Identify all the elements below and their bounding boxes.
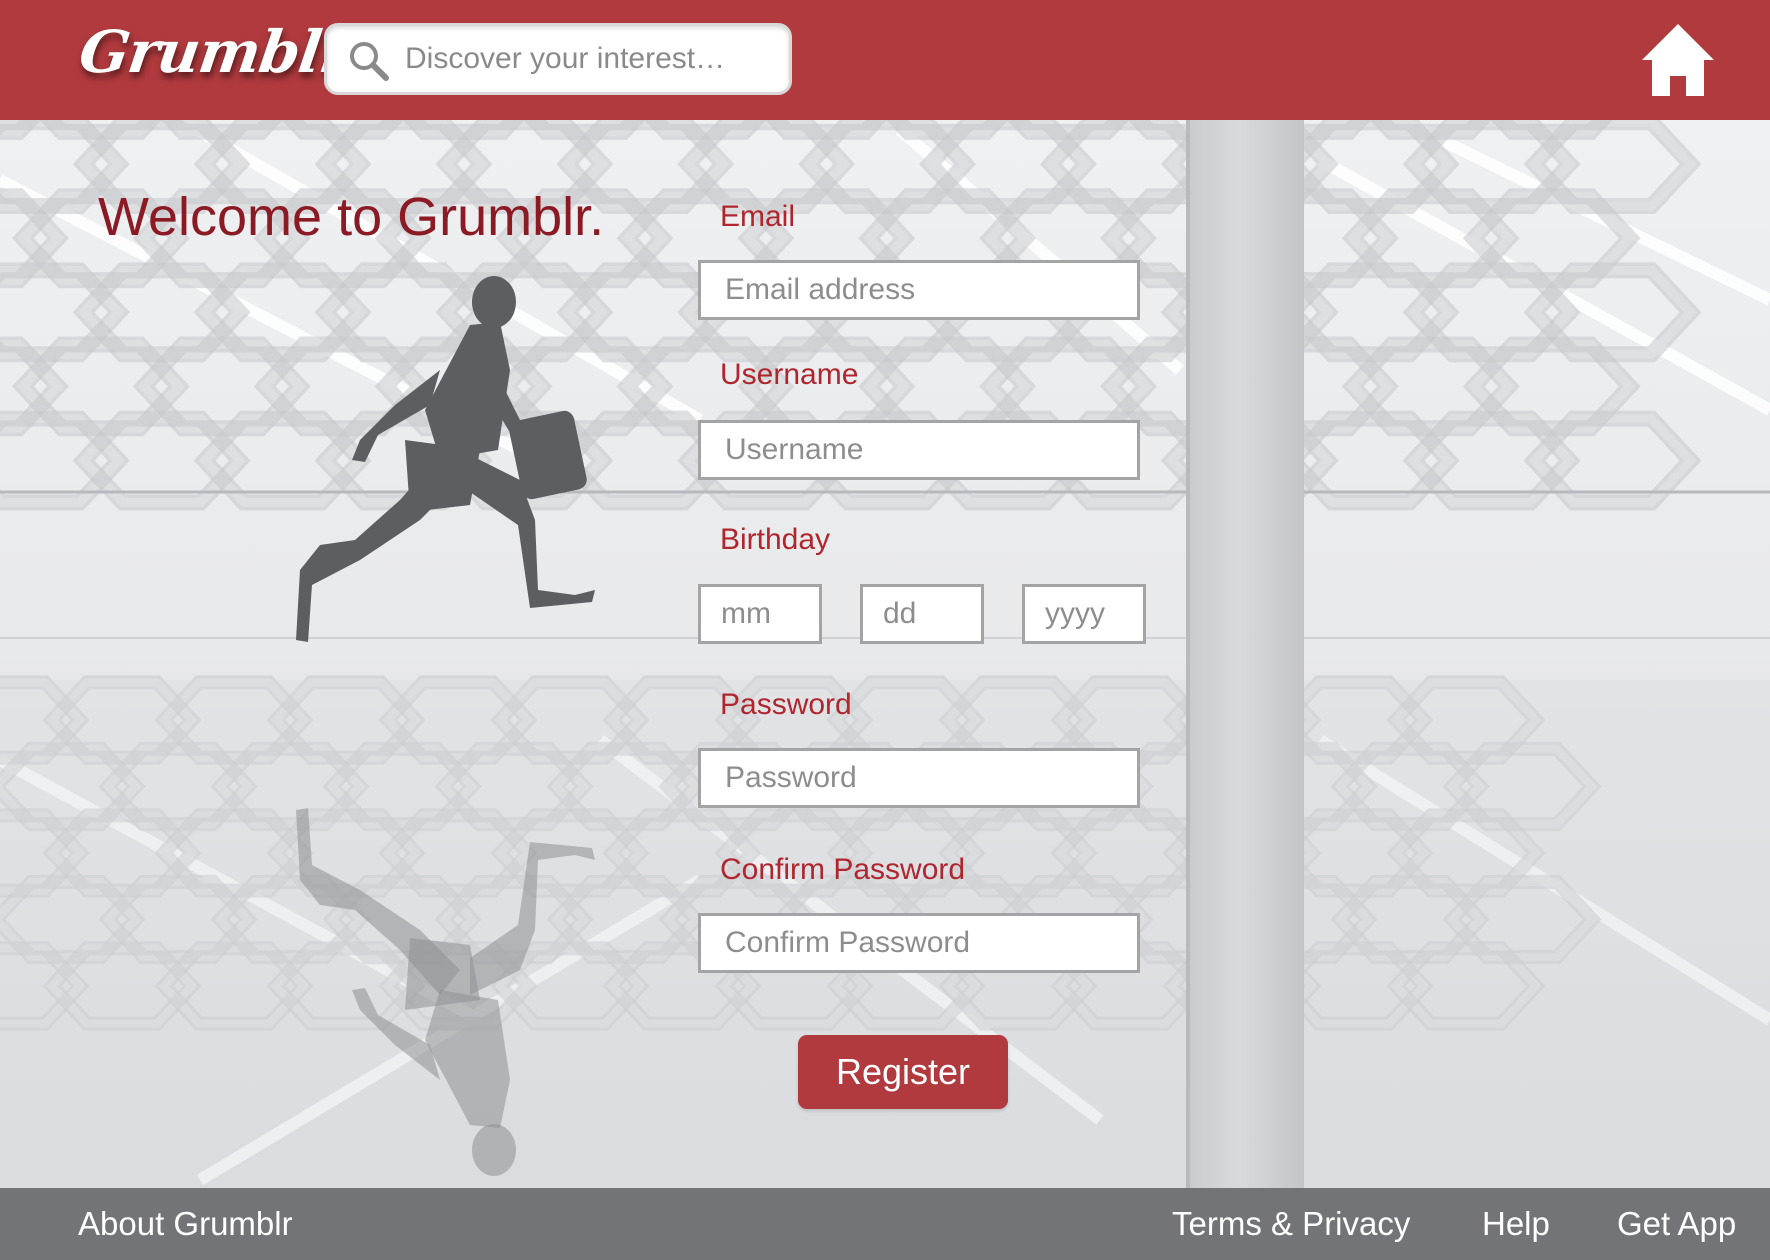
search-input[interactable]: [405, 26, 775, 92]
search-box[interactable]: [324, 23, 792, 95]
home-icon[interactable]: [1638, 20, 1718, 100]
email-field[interactable]: [698, 260, 1140, 320]
birthday-year-field[interactable]: [1022, 584, 1146, 644]
password-label: Password: [720, 688, 852, 721]
birthday-month-field[interactable]: [698, 584, 822, 644]
footer-link-about[interactable]: About Grumblr: [78, 1188, 293, 1260]
search-icon: [350, 42, 389, 81]
footer-link-terms-privacy[interactable]: Terms & Privacy: [1172, 1188, 1410, 1260]
footer-link-get-app[interactable]: Get App: [1617, 1188, 1736, 1260]
confirm-password-field[interactable]: [698, 913, 1140, 973]
register-button[interactable]: Register: [798, 1035, 1008, 1109]
footer-link-help[interactable]: Help: [1482, 1188, 1550, 1260]
confirm-password-label: Confirm Password: [720, 853, 966, 886]
birthday-label: Birthday: [720, 523, 831, 556]
email-label: Email: [720, 200, 796, 233]
password-field[interactable]: [698, 748, 1140, 808]
footer-bar: About Grumblr Terms & Privacy Help Get A…: [0, 1188, 1770, 1260]
username-field[interactable]: [698, 420, 1140, 480]
welcome-heading: Welcome to Grumblr.: [98, 187, 605, 247]
grumblr-logo[interactable]: Grumblr: [75, 18, 354, 86]
birthday-day-field[interactable]: [860, 584, 984, 644]
top-nav-bar: Grumblr: [0, 0, 1770, 120]
username-label: Username: [720, 358, 859, 391]
